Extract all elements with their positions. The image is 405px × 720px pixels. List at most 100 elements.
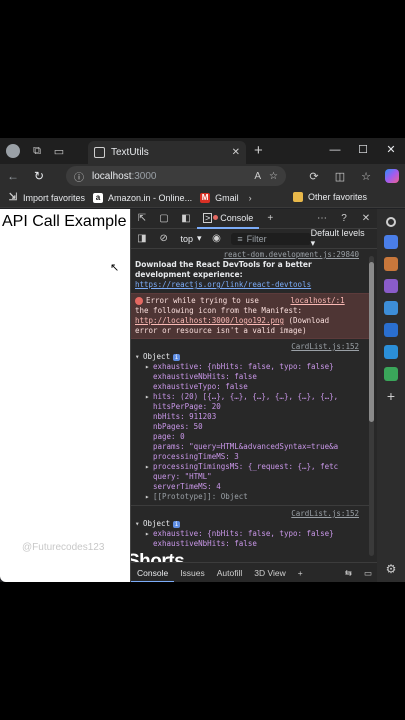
search-icon[interactable] <box>386 217 396 227</box>
close-window-icon[interactable]: ✕ <box>377 138 405 164</box>
error-source-link[interactable]: localhost/:1 <box>291 296 345 305</box>
sidebar-send-icon[interactable] <box>384 345 398 359</box>
amazon-icon: a <box>93 192 104 203</box>
copilot-icon[interactable] <box>385 169 399 183</box>
log-message: development experience: <box>135 270 243 279</box>
object-prop[interactable]: ▸ exhaustive: {nbHits: false, typo: false… <box>131 362 369 372</box>
drawer-tab-autofill[interactable]: Autofill <box>211 563 249 583</box>
drawer-add-tab-icon[interactable]: + <box>292 563 309 583</box>
tab-favicon-icon <box>94 147 105 158</box>
log-levels-select[interactable]: Default levels ▾ <box>311 228 371 249</box>
minimize-icon[interactable]: — <box>321 138 349 164</box>
site-info-icon[interactable]: ⓘ <box>74 169 84 184</box>
log-source[interactable]: CardList.js:152 <box>131 342 369 352</box>
profile-avatar[interactable] <box>6 144 20 158</box>
close-drawer-icon[interactable]: ▭ <box>358 563 378 583</box>
info-icon: i <box>173 521 181 528</box>
log-link[interactable]: https://reactjs.org/link/react-devtools <box>131 280 369 290</box>
favorites-overflow-icon[interactable]: › <box>249 193 252 203</box>
workspaces-icon[interactable]: ⧉ <box>26 140 48 162</box>
log-source[interactable]: react-dom.development.js:29840 <box>131 250 369 260</box>
object-prop[interactable]: ▸ exhaustive: {nbHits: false, typo: false… <box>131 529 369 539</box>
gmail-icon: M <box>200 192 211 203</box>
object-prop: processingTimeMS: 3 <box>153 452 239 461</box>
address-bar[interactable]: ⓘ localhost:3000 A ☆ <box>66 166 286 186</box>
gear-icon[interactable]: ⚙ <box>384 562 398 576</box>
sidebar-outlook-icon[interactable] <box>384 323 398 337</box>
device-toggle-icon[interactable]: ▢ <box>153 213 175 224</box>
tab-actions-icon[interactable]: ▭ <box>48 140 70 162</box>
object-prop: exhaustiveNbHits: false <box>153 539 257 548</box>
log-source[interactable]: CardList.js:152 <box>131 509 369 519</box>
dock-icon[interactable]: ◧ <box>175 213 197 224</box>
page-viewport: API Call Example ↖ @Futurecodes123 <box>0 209 130 582</box>
sidebar-games-icon[interactable] <box>384 279 398 293</box>
drawer-tabs: Console Issues Autofill 3D View + ⇆ ▭ <box>131 562 378 582</box>
toolbar-right: ⟳ ◫ ☆ <box>301 164 405 188</box>
console-toolbar: ◨ ⊘ top ▾ ◉ ≡ Filter Default levels ▾ <box>131 228 377 249</box>
more-options-icon[interactable]: ⋯ <box>311 213 333 224</box>
help-icon[interactable]: ? <box>333 213 355 224</box>
favorite-import[interactable]: ⇲ Import favorites <box>8 191 85 203</box>
dock-drawer-icon[interactable]: ⇆ <box>339 563 358 583</box>
object-prop: nbHits: 911203 <box>153 412 217 421</box>
close-devtools-icon[interactable]: ✕ <box>355 213 377 224</box>
import-icon: ⇲ <box>8 191 18 203</box>
address-url: localhost:3000 <box>92 170 157 182</box>
error-icon <box>135 297 143 305</box>
drawer-tab-3d-view[interactable]: 3D View <box>248 563 292 583</box>
object-tree-root[interactable]: ▾ Object i <box>131 352 369 362</box>
inspect-icon[interactable]: ⇱ <box>131 213 153 224</box>
error-icon-link[interactable]: http://localhost:3000/logo192.png <box>135 316 284 325</box>
refresh-icon[interactable]: ↻ <box>26 169 52 183</box>
window-controls: — ☐ ✕ <box>321 138 405 164</box>
read-aloud-icon[interactable]: A <box>254 171 261 182</box>
object-tree-root[interactable]: ▾ Object i <box>131 519 369 529</box>
chevron-down-icon: ▾ <box>197 233 202 243</box>
favorite-gmail[interactable]: M Gmail <box>200 192 239 203</box>
navigation-bar: ← ↻ ⓘ localhost:3000 A ☆ ⟳ ◫ ☆ <box>0 164 405 188</box>
object-prop: page: 0 <box>153 432 185 441</box>
devtools-tabs: ⇱ ▢ ◧ > Console + ⋯ ? ✕ <box>131 209 377 229</box>
object-prop: serverTimeMS: 4 <box>153 482 221 491</box>
favorite-amazon[interactable]: a Amazon.in - Online... <box>93 192 192 203</box>
sidebar-toggle-icon[interactable]: ◨ <box>131 233 153 244</box>
drawer-tab-console[interactable]: Console <box>131 563 175 582</box>
devtools-panel: ⇱ ▢ ◧ > Console + ⋯ ? ✕ ◨ ⊘ top ▾ ◉ ≡ Fi… <box>130 209 378 582</box>
close-tab-icon[interactable]: ✕ <box>232 147 240 158</box>
object-prop[interactable]: ▸ processingTimingsMS: {_request: {…}, fe… <box>131 462 369 472</box>
clear-console-icon[interactable]: ⊘ <box>153 233 175 244</box>
tab-console[interactable]: > Console <box>197 209 260 229</box>
drawer-tab-issues[interactable]: Issues <box>174 563 211 583</box>
back-icon[interactable]: ← <box>0 169 26 183</box>
sidebar-tag-icon[interactable] <box>384 235 398 249</box>
new-tab-icon[interactable]: + <box>254 142 263 159</box>
object-prop[interactable]: ▸ hits: (20) [{…}, {…}, {…}, {…}, {…}, {…… <box>131 392 369 402</box>
object-prop: hitsPerPage: 20 <box>153 402 221 411</box>
more-tabs-icon[interactable]: + <box>259 213 281 224</box>
sidebar-tools-icon[interactable] <box>384 257 398 271</box>
favorite-star-icon[interactable]: ☆ <box>269 171 278 182</box>
sidebar-office-icon[interactable] <box>384 301 398 315</box>
tab-textutils[interactable]: TextUtils ✕ <box>88 141 246 164</box>
object-prop: query: "HTML" <box>153 472 212 481</box>
console-filter-input[interactable]: ≡ Filter <box>231 232 311 245</box>
object-prop: nbPages: 50 <box>153 422 203 431</box>
browser-window: ⧉ ▭ TextUtils ✕ + — ☐ ✕ ← ↻ ⓘ localhost:… <box>0 138 405 582</box>
recording-dot-icon <box>213 215 219 220</box>
context-select[interactable]: top ▾ <box>177 233 206 244</box>
extensions-icon[interactable]: ⟳ <box>301 170 327 183</box>
console-scrollbar[interactable] <box>369 256 374 556</box>
shorts-overlay: Shorts <box>131 551 185 562</box>
object-prototype[interactable]: ▸ [[Prototype]]: Object <box>131 492 369 502</box>
favorite-other[interactable]: Other favorites <box>292 192 367 202</box>
sidebar-tree-icon[interactable] <box>384 367 398 381</box>
maximize-icon[interactable]: ☐ <box>349 138 377 164</box>
folder-icon <box>292 192 303 202</box>
console-output: react-dom.development.js:29840 Download … <box>131 250 369 562</box>
sidebar-add-icon[interactable]: + <box>384 389 398 403</box>
live-expression-icon[interactable]: ◉ <box>206 233 228 244</box>
scrollbar-thumb[interactable] <box>369 262 374 422</box>
split-screen-icon[interactable]: ◫ <box>327 170 353 183</box>
collections-icon[interactable]: ☆ <box>353 170 379 183</box>
